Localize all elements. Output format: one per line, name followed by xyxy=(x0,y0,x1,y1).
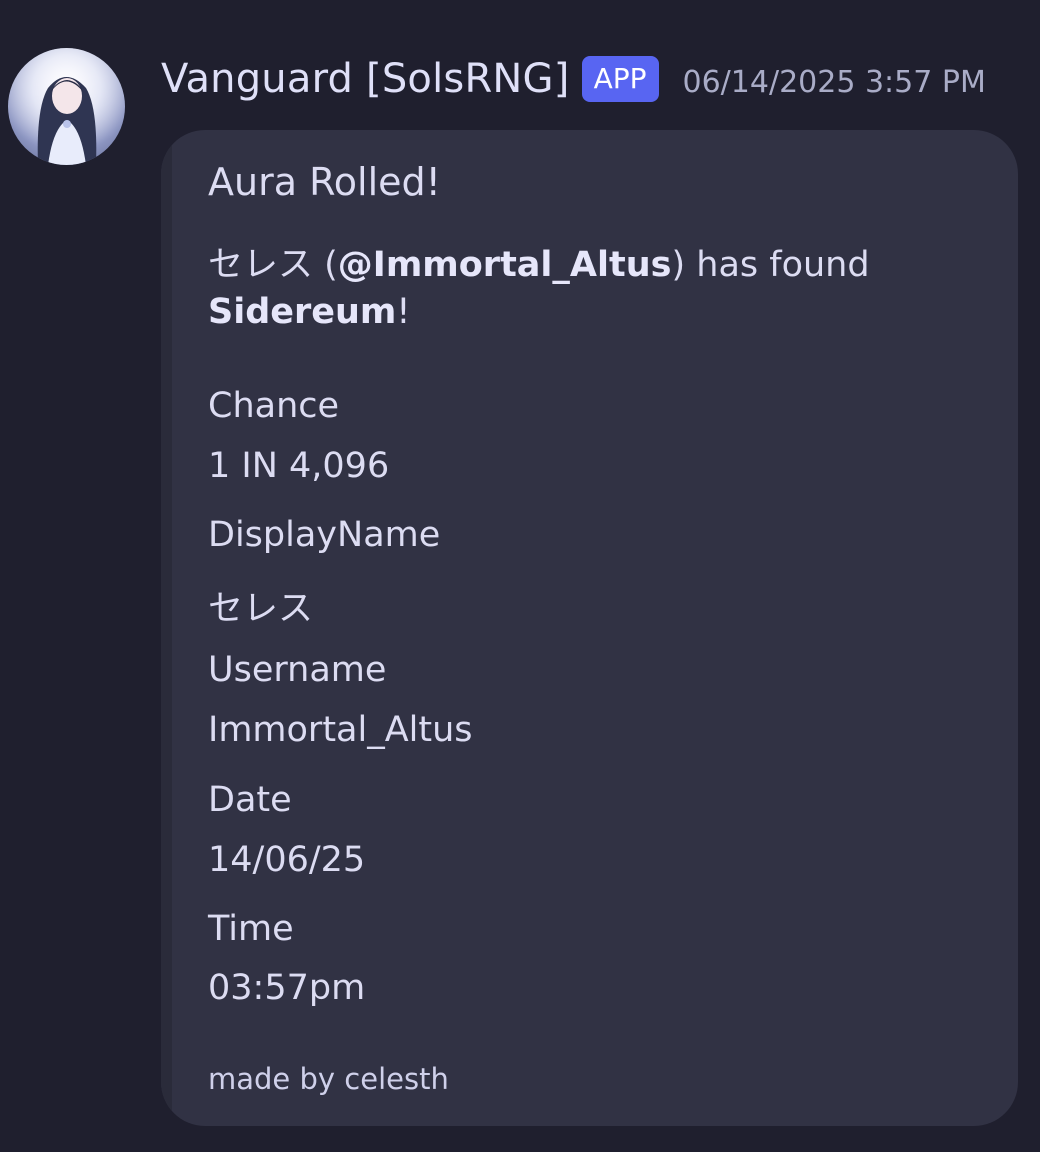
field-value-chance: 1 IN 4,096 xyxy=(208,446,390,486)
desc-aura-name: Sidereum xyxy=(208,292,397,332)
embed-accent-bar xyxy=(161,130,172,1126)
field-value-time: 03:57pm xyxy=(208,968,366,1008)
desc-middle: ) has found xyxy=(671,245,870,285)
app-badge: APP xyxy=(581,56,659,102)
avatar[interactable] xyxy=(8,48,125,165)
desc-end: ! xyxy=(396,292,411,332)
message-timestamp[interactable]: 06/14/2025 3:57 PM xyxy=(683,59,986,100)
author-name[interactable]: Vanguard [SolsRNG] xyxy=(161,56,570,102)
field-name-username: Username xyxy=(208,650,387,690)
message-header: Vanguard [SolsRNG] APP 06/14/2025 3:57 P… xyxy=(161,52,986,106)
field-name-chance: Chance xyxy=(208,386,340,426)
field-name-time: Time xyxy=(208,909,294,949)
field-value-username: Immortal_Altus xyxy=(208,710,473,750)
desc-mention: @Immortal_Altus xyxy=(337,245,672,285)
field-value-displayname: セレス xyxy=(208,589,314,629)
field-value-date: 14/06/25 xyxy=(208,840,366,880)
field-name-displayname: DisplayName xyxy=(208,515,441,555)
field-name-date: Date xyxy=(208,780,292,820)
embed-description: セレス (@Immortal_Altus) has found Sidereum… xyxy=(208,242,968,336)
embed-title: Aura Rolled! xyxy=(208,160,441,204)
embed-footer: made by celesth xyxy=(208,1062,449,1096)
desc-display-name: セレス xyxy=(208,245,314,285)
embed-card: Aura Rolled! セレス (@Immortal_Altus) has f… xyxy=(161,130,1018,1126)
desc-open-paren: ( xyxy=(313,245,338,285)
avatar-image xyxy=(8,48,125,165)
